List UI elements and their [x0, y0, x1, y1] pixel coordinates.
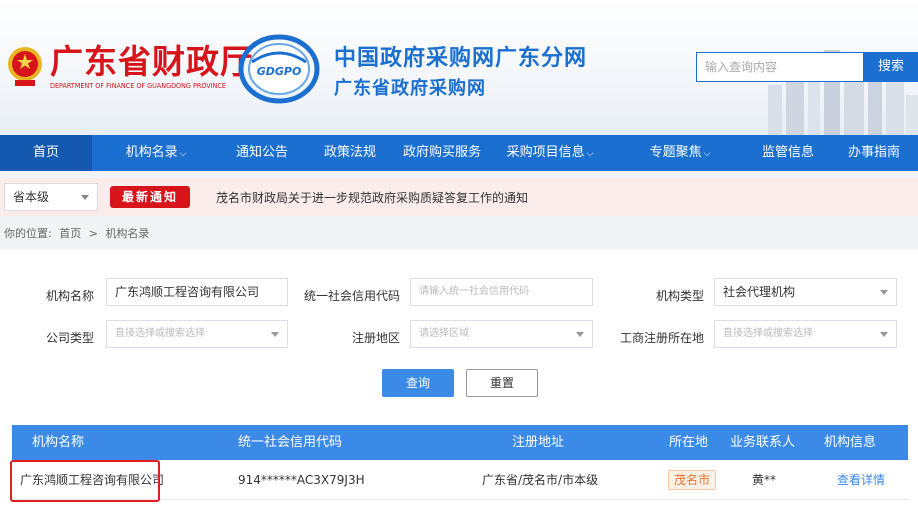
- search-button[interactable]: 搜索: [864, 52, 918, 82]
- chevron-down-icon: ⌵: [179, 149, 187, 159]
- chevron-down-icon: ⌵: [703, 149, 711, 159]
- chevron-down-icon: ⌵: [586, 149, 594, 159]
- contact-cell: 黄**: [752, 473, 777, 487]
- breadcrumb-current: 机构名录: [105, 227, 150, 240]
- latest-notice-badge: 最新通知: [110, 186, 190, 208]
- nav-item-gov-services[interactable]: 政府购买服务: [396, 135, 488, 171]
- nav-item-directory[interactable]: 机构名录 ⌵: [112, 135, 200, 171]
- biz-region-placeholder: 直接选择或搜索选择: [723, 328, 813, 339]
- main-nav: 首页 机构名录 ⌵ 通知公告 政策法规 政府购买服务 采购项目信息 ⌵ 专题聚焦 ⌵ …: [0, 135, 918, 171]
- highlight-box: [10, 460, 160, 502]
- city-tag: 茂名市: [668, 470, 717, 490]
- company-type-placeholder: 直接选择或搜索选择: [115, 328, 205, 339]
- view-details-link[interactable]: 查看详情: [837, 460, 885, 500]
- nav-item-label: 专题聚焦: [649, 145, 702, 160]
- nav-item-label: 采购项目信息: [506, 145, 585, 160]
- address-cell: 广东省/茂名市/市本级: [482, 473, 599, 487]
- region-select[interactable]: 请选择区域: [410, 320, 593, 348]
- company-type-select[interactable]: 直接选择或搜索选择: [106, 320, 288, 348]
- nav-item-label: 政府购买服务: [402, 145, 481, 160]
- caret-down-icon: [880, 290, 888, 295]
- caret-down-icon: [271, 332, 279, 337]
- breadcrumb: 你的位置: 首页 > 机构名录: [4, 225, 153, 241]
- nav-item-label: 通知公告: [235, 145, 288, 160]
- search-input[interactable]: [696, 52, 864, 82]
- site-title: 中国政府采购网广东分网: [334, 46, 588, 71]
- org-name-label: 机构名称: [45, 289, 94, 303]
- caret-down-icon: [81, 195, 89, 200]
- column-header-credit-code: 统一社会信用代码: [238, 435, 343, 450]
- gdgpo-logo-icon: GDGPO: [238, 34, 320, 104]
- column-header-info: 机构信息: [824, 435, 877, 450]
- region-placeholder: 请选择区域: [419, 328, 469, 339]
- nav-item-topics[interactable]: 专题聚焦 ⌵: [640, 135, 720, 171]
- biz-region-select[interactable]: 直接选择或搜索选择: [714, 320, 897, 348]
- nav-item-label: 监管信息: [761, 145, 814, 160]
- reset-button[interactable]: 重置: [466, 369, 538, 397]
- breadcrumb-home-link[interactable]: 首页: [59, 227, 81, 240]
- national-emblem-icon: [8, 47, 42, 86]
- level-select-value: 省本级: [13, 190, 50, 204]
- biz-region-label: 工商注册所在地: [620, 331, 705, 345]
- nav-item-guide[interactable]: 办事指南: [838, 135, 910, 171]
- department-name-en: DEPARTMENT OF FINANCE OF GUANGDONG PROVI…: [50, 82, 226, 90]
- results-table-header: 机构名称 统一社会信用代码 注册地址 所在地 业务联系人 机构信息: [12, 425, 908, 460]
- credit-code-cell: 914******AC3X79J3H: [238, 473, 365, 487]
- nav-item-policy[interactable]: 政策法规: [314, 135, 386, 171]
- caret-down-icon: [576, 332, 584, 337]
- notice-link[interactable]: 茂名市财政局关于进一步规范政府采购质疑答复工作的通知: [216, 189, 528, 206]
- query-button[interactable]: 查询: [382, 369, 454, 397]
- nav-item-projects[interactable]: 采购项目信息 ⌵: [500, 135, 600, 171]
- site-header: 广东省财政厅 DEPARTMENT OF FINANCE OF GUANGDON…: [0, 0, 918, 135]
- region-label: 注册地区: [351, 331, 400, 345]
- site-subtitle: 广东省政府采购网: [334, 78, 486, 99]
- nav-item-label: 首页: [32, 145, 59, 160]
- column-header-contact: 业务联系人: [730, 435, 796, 450]
- notice-bar: 省本级 最新通知 茂名市财政局关于进一步规范政府采购质疑答复工作的通知: [0, 178, 918, 216]
- org-type-value: 社会代理机构: [723, 285, 796, 299]
- org-type-select[interactable]: 社会代理机构: [714, 278, 897, 306]
- credit-code-input[interactable]: 请输入统一社会信用代码: [410, 278, 593, 306]
- nav-item-label: 机构名录: [125, 145, 178, 160]
- nav-item-notices[interactable]: 通知公告: [226, 135, 298, 171]
- company-type-label: 公司类型: [45, 331, 94, 345]
- column-header-name: 机构名称: [32, 435, 85, 450]
- level-select[interactable]: 省本级: [4, 183, 98, 211]
- nav-item-home[interactable]: 首页: [0, 135, 92, 171]
- breadcrumb-separator: >: [88, 227, 98, 240]
- department-name: 广东省财政厅: [50, 42, 254, 81]
- column-header-city: 所在地: [669, 435, 709, 450]
- column-header-address: 注册地址: [512, 435, 565, 450]
- nav-item-supervision[interactable]: 监管信息: [752, 135, 824, 171]
- breadcrumb-prefix: 你的位置:: [4, 227, 52, 240]
- caret-down-icon: [880, 332, 888, 337]
- org-name-input[interactable]: 广东鸿顺工程咨询有限公司: [106, 278, 288, 306]
- org-type-label: 机构类型: [655, 289, 704, 303]
- credit-code-label: 统一社会信用代码: [303, 289, 400, 303]
- nav-item-label: 政策法规: [323, 145, 376, 160]
- gdgpo-logo-text: GDGPO: [257, 65, 302, 78]
- nav-item-label: 办事指南: [847, 145, 900, 160]
